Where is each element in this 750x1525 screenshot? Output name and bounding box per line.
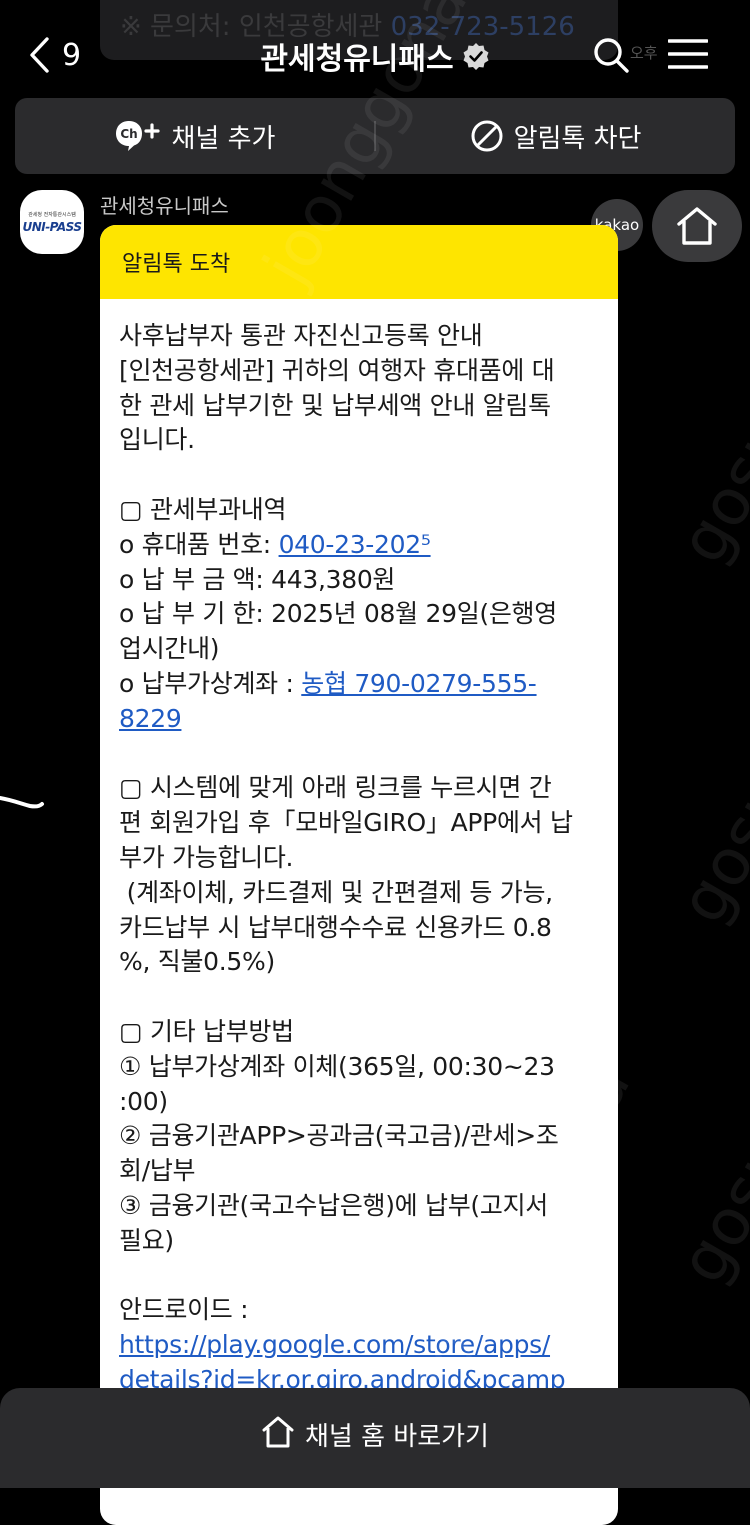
account-label: o 납부가상계좌 : bbox=[119, 668, 302, 698]
block-notifications-button[interactable]: 알림톡 차단 bbox=[376, 98, 735, 174]
due-date-line: 업시간내) bbox=[119, 634, 220, 664]
account-link[interactable]: 8229 bbox=[119, 704, 182, 733]
menu-button[interactable] bbox=[667, 38, 709, 74]
item-number-link[interactable]: 040-23-202⁵ bbox=[279, 530, 431, 559]
sender-name: 관세청유니패스 bbox=[100, 194, 229, 218]
account-line: 8229 bbox=[119, 702, 600, 737]
android-link-line: https://play.google.com/store/apps/ bbox=[119, 1328, 600, 1363]
block-icon bbox=[471, 120, 503, 152]
other-method-line: ② 금융기관APP>공과금(국고금)/관세>조 bbox=[119, 1121, 559, 1151]
system-line: 카드납부 시 납부대행수수료 신용카드 0.8 bbox=[119, 912, 552, 942]
item-number-line: o 휴대품 번호: 040-23-202⁵ bbox=[119, 528, 600, 563]
sender-avatar[interactable]: 관세청 전자통관시스템 UNI-PASS bbox=[20, 190, 84, 254]
intro-line: [인천공항세관] 귀하의 여행자 휴대품에 대 bbox=[119, 355, 555, 385]
add-channel-label: 채널 추가 bbox=[171, 123, 276, 154]
verified-badge-icon bbox=[463, 43, 489, 70]
other-method-line: ▢ 기타 납부방법 bbox=[119, 1016, 294, 1046]
channel-home-button[interactable]: 채널 홈 바로가기 bbox=[0, 1388, 750, 1488]
item-number-label: o 휴대품 번호: bbox=[119, 529, 279, 559]
android-link[interactable]: https://play.google.com/store/apps/ bbox=[119, 1330, 550, 1359]
home-icon bbox=[677, 207, 717, 245]
intro-line: 사후납부자 통관 자진신고등록 안내 bbox=[119, 321, 483, 350]
search-icon bbox=[594, 38, 629, 73]
hamburger-menu-icon bbox=[667, 39, 709, 69]
avatar-caption: 관세청 전자통관시스템 bbox=[28, 211, 76, 218]
search-button[interactable] bbox=[592, 36, 630, 78]
watermark: gosu6F bbox=[665, 698, 750, 936]
intro-line: 입니다. bbox=[119, 425, 195, 455]
android-label: 안드로이드 : bbox=[119, 1295, 249, 1325]
other-method-line: ③ 금융기관(국고수납은행)에 납부(고지서 bbox=[119, 1190, 548, 1220]
system-line: 편 회원가입 후「모바일GIRO」APP에서 납 bbox=[119, 808, 573, 838]
other-method-line: ① 납부가상계좌 이체(365일, 00:30~23 bbox=[119, 1051, 555, 1081]
section-title-charges: ▢ 관세부과내역 bbox=[119, 494, 287, 524]
channel-add-icon: Ch bbox=[115, 121, 160, 151]
other-method-line: :00) bbox=[119, 1086, 168, 1116]
top-bar: 9 관세청유니패스 오후 bbox=[0, 0, 750, 100]
block-label: 알림톡 차단 bbox=[513, 123, 642, 154]
intro-line: 한 관세 납부기한 및 납부세액 안내 알림톡 bbox=[119, 390, 551, 420]
message-bubble: 알림톡 도착 사후납부자 통관 자진신고등록 안내 [인천공항세관] 귀하의 여… bbox=[100, 225, 618, 1525]
home-button[interactable] bbox=[652, 190, 742, 262]
scribble-mark bbox=[0, 796, 44, 809]
add-channel-button[interactable]: Ch 채널 추가 bbox=[15, 98, 374, 174]
message-header: 알림톡 도착 bbox=[100, 225, 618, 299]
avatar-logo: UNI-PASS bbox=[22, 219, 82, 234]
account-line: o 납부가상계좌 : 농협 790-0279-555- bbox=[119, 667, 600, 702]
system-line: (계좌이체, 카드결제 및 간편결제 등 가능, bbox=[119, 877, 554, 907]
ghost-time-text: 오후 bbox=[630, 44, 658, 62]
svg-text:Ch: Ch bbox=[120, 127, 137, 141]
other-method-line: 필요) bbox=[119, 1225, 174, 1255]
system-line: 부가 가능합니다. bbox=[119, 842, 294, 872]
system-line: %, 직불0.5%) bbox=[119, 947, 275, 977]
other-method-line: 회/납부 bbox=[119, 1156, 196, 1186]
channel-home-label: 채널 홈 바로가기 bbox=[305, 1422, 489, 1452]
channel-action-bar: Ch 채널 추가 알림톡 차단 bbox=[15, 98, 735, 174]
message-body: 사후납부자 통관 자진신고등록 안내 [인천공항세관] 귀하의 여행자 휴대품에… bbox=[100, 299, 618, 1398]
due-date-line: o 납 부 기 한: 2025년 08월 29일(은행영 bbox=[119, 599, 557, 629]
watermark: gosu6F bbox=[665, 338, 750, 576]
home-icon bbox=[262, 1416, 294, 1448]
account-link[interactable]: 농협 790-0279-555- bbox=[301, 669, 537, 698]
system-line: ▢ 시스템에 맞게 아래 링크를 누르시면 간 bbox=[119, 773, 552, 803]
channel-title: 관세청유니패스 bbox=[260, 42, 454, 77]
amount-line: o 납 부 금 액: 443,380원 bbox=[119, 564, 396, 594]
watermark: gosu6F bbox=[665, 1058, 750, 1296]
